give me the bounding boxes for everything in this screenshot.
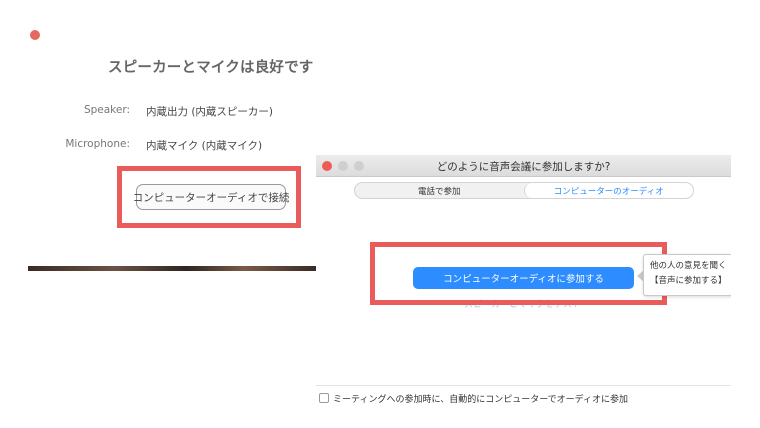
- microphone-value: 内蔵マイク (内蔵マイク): [146, 140, 263, 152]
- footer-divider: [316, 385, 731, 386]
- microphone-label: Microphone:: [65, 138, 130, 150]
- record-dot-icon: [30, 30, 40, 40]
- video-preview-strip: [28, 266, 316, 271]
- audio-mode-tabs: 電話で参加 コンピューターのオーディオ: [354, 182, 694, 199]
- auto-join-checkbox[interactable]: [319, 393, 329, 403]
- join-tooltip: 他の人の意見を聞く 【音声に参加する】: [643, 254, 731, 296]
- join-audio-dialog: どのように音声会議に参加しますか? 電話で参加 コンピューターのオーディオ コン…: [316, 155, 731, 413]
- dialog-title: どのように音声会議に参加しますか?: [436, 161, 611, 173]
- join-computer-audio-button[interactable]: コンピューターオーディオに参加する: [413, 267, 634, 289]
- tooltip-line-1: 他の人の意見を聞く: [650, 261, 727, 271]
- connect-computer-audio-button[interactable]: コンピューターオーディオで接続: [133, 184, 289, 210]
- tab-computer-audio[interactable]: コンピューターのオーディオ: [523, 183, 693, 198]
- dialog-titlebar: どのように音声会議に参加しますか?: [316, 155, 731, 177]
- tab-phone[interactable]: 電話で参加: [355, 183, 524, 198]
- speaker-value: 内蔵出力 (内蔵スピーカー): [146, 106, 274, 118]
- tooltip-line-2: 【音声に参加する】: [650, 276, 727, 286]
- screenshot-canvas: スピーカーとマイクは良好です Speaker: 内蔵出力 (内蔵スピーカー) M…: [0, 0, 760, 428]
- speaker-label: Speaker:: [83, 104, 130, 116]
- test-speaker-mic-link[interactable]: スピーカーとマイクをテスト: [464, 297, 581, 310]
- auto-join-checkbox-label[interactable]: ミーティングへの参加時に、自動的にコンピューターでオーディオに参加: [333, 392, 628, 405]
- audio-test-title: スピーカーとマイクは良好です: [108, 60, 314, 76]
